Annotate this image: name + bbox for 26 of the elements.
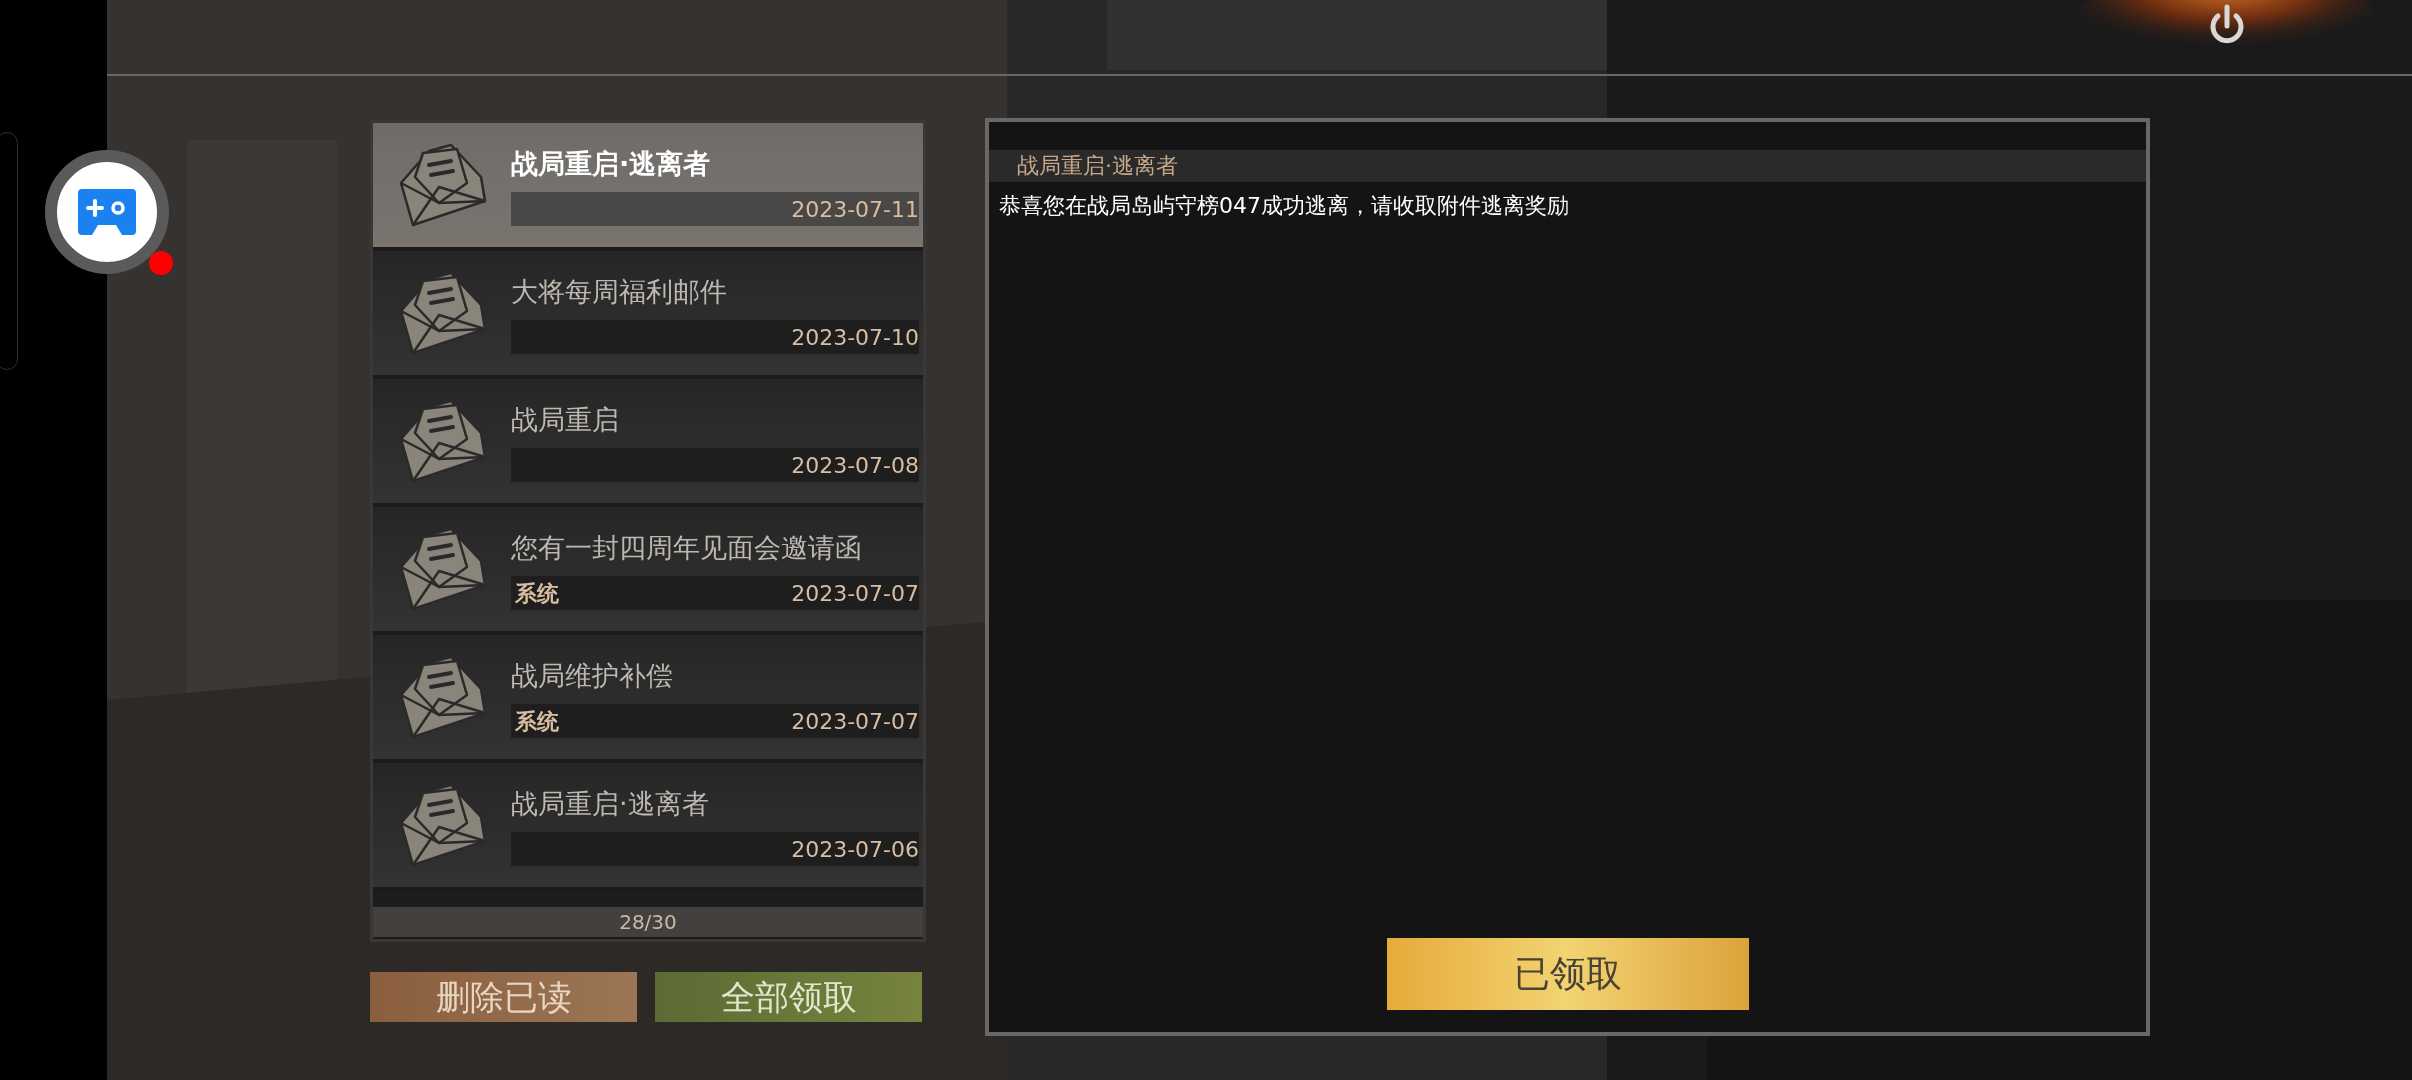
mail-title: 大将每周福利邮件	[511, 275, 728, 309]
mail-date: 2023-07-10	[791, 323, 919, 352]
mail-sender: 系统	[515, 579, 559, 608]
mail-title: 战局重启·逃离者	[511, 787, 710, 821]
mail-title: 战局维护补偿	[511, 659, 674, 693]
envelope-icon	[399, 783, 487, 867]
mail-title: 您有一封四周年见面会邀请函	[511, 531, 863, 565]
mail-date: 2023-07-06	[791, 835, 919, 864]
mail-counter: 28/30	[373, 907, 923, 937]
envelope-icon	[399, 655, 487, 739]
mail-date: 2023-07-07	[791, 579, 919, 608]
detail-body: 恭喜您在战局岛屿守榜047成功逃离，请收取附件逃离奖励	[998, 192, 1570, 220]
mail-sender: 系统	[515, 707, 559, 736]
claimed-button[interactable]: 已领取	[1386, 938, 1749, 1010]
claim-all-button[interactable]: 全部领取	[655, 972, 922, 1022]
detail-title: 战局重启·逃离者	[989, 150, 2146, 182]
envelope-icon	[399, 271, 487, 355]
envelope-icon	[399, 143, 487, 227]
mail-date: 2023-07-11	[791, 195, 919, 224]
envelope-icon	[399, 527, 487, 611]
mail-date: 2023-07-08	[791, 451, 919, 480]
envelope-icon	[399, 399, 487, 483]
mail-title: 战局重启	[511, 403, 620, 437]
gamepad-icon	[78, 189, 136, 235]
mail-date: 2023-07-07	[791, 707, 919, 736]
mail-title: 战局重启·逃离者	[511, 147, 712, 181]
